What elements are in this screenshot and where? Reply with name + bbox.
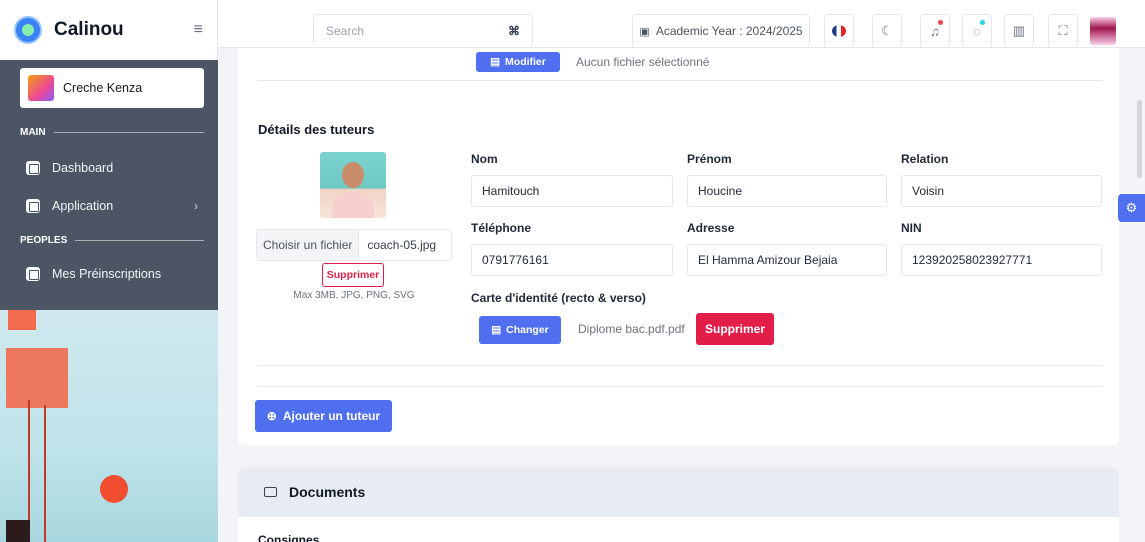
id-card-file-name: Diplome bac.pdf.pdf (578, 322, 685, 336)
relation-label: Relation (901, 152, 949, 166)
search-placeholder: Search (326, 24, 365, 38)
file-status: Aucun fichier sélectionné (576, 55, 710, 69)
divider (258, 365, 1102, 366)
delete-photo-button[interactable]: Supprimer (322, 263, 384, 287)
grid-icon (26, 161, 40, 175)
sidebar-item-preinscriptions[interactable]: Mes Préinscriptions (26, 267, 198, 281)
logo-icon (14, 16, 42, 44)
french-flag-icon (832, 25, 846, 37)
layout-icon (26, 267, 40, 281)
tutor-photo (320, 152, 386, 218)
message-dot (980, 20, 985, 25)
school-name: Creche Kenza (63, 81, 143, 95)
folder-icon (264, 487, 277, 497)
photo-body (332, 192, 374, 218)
sidebar-item-dashboard[interactable]: Dashboard (26, 161, 198, 175)
messages-button[interactable]: ◌ (962, 14, 992, 48)
telephone-field[interactable]: 0791776161 (471, 244, 673, 276)
sidebar-item-application[interactable]: Application › (26, 199, 198, 213)
language-button[interactable] (824, 14, 854, 48)
bell-icon: ♫ (930, 23, 940, 39)
sidebar-background-image (0, 310, 218, 542)
fullscreen-icon: ⛶ (1058, 23, 1068, 38)
section-label-text: PEOPLES (20, 235, 68, 246)
scrollbar[interactable] (1137, 100, 1142, 178)
documents-subtitle: Consignes (258, 533, 320, 542)
nom-label: Nom (471, 152, 498, 166)
prenom-label: Prénom (687, 152, 732, 166)
search-input[interactable]: Search ⌘ (313, 14, 533, 48)
sidebar-item-label: Mes Préinscriptions (52, 267, 162, 281)
laravel-icon (6, 520, 30, 542)
photo-head (342, 162, 364, 188)
decor-shape (8, 310, 36, 330)
user-avatar[interactable] (1090, 17, 1116, 45)
button-label: Ajouter un tuteur (282, 409, 381, 423)
add-tutor-button[interactable]: ⊕ Ajouter un tuteur (255, 400, 392, 432)
chevron-right-icon: › (194, 199, 198, 213)
section-label-main: MAIN (20, 127, 204, 138)
sidebar-item-label: Dashboard (52, 161, 114, 175)
relation-field[interactable]: Voisin (901, 175, 1102, 207)
divider (258, 386, 1102, 387)
school-logo (28, 75, 54, 101)
section-label-peoples: PEOPLES (20, 235, 204, 246)
photo-file-name: coach-05.jpg (367, 238, 437, 252)
settings-fab[interactable]: ⚙ (1118, 194, 1145, 222)
notification-dot (938, 20, 943, 25)
decor-shape (6, 348, 68, 408)
delete-id-card-button[interactable]: Supprimer (696, 313, 774, 345)
command-key-icon: ⌘ (508, 24, 520, 38)
nin-field[interactable]: 123920258023927771 (901, 244, 1102, 276)
prenom-field[interactable]: Houcine (687, 175, 887, 207)
academic-year-button[interactable]: ▣ Academic Year : 2024/2025 (632, 14, 810, 48)
gear-icon: ⚙ (1125, 200, 1138, 215)
fullscreen-button[interactable]: ⛶ (1048, 14, 1078, 48)
bar-chart-icon: ▥ (1012, 23, 1026, 38)
sidebar-item-label: Application (52, 199, 114, 213)
section-label-text: MAIN (20, 127, 46, 138)
server-icon (26, 199, 40, 213)
telephone-label: Téléphone (471, 221, 532, 235)
decor-line (44, 405, 46, 542)
nin-label: NIN (901, 221, 922, 235)
logo-bar: Calinou ≡ (0, 0, 218, 60)
section-title: Détails des tuteurs (258, 122, 375, 137)
documents-header: Documents (238, 467, 1119, 517)
choose-file-button[interactable]: Choisir un fichier (257, 230, 360, 260)
decor-ball (100, 475, 128, 503)
divider (258, 80, 1102, 81)
academic-year-label: Academic Year : 2024/2025 (655, 24, 803, 38)
button-label: Modifier (505, 56, 546, 68)
button-label: Changer (506, 324, 549, 336)
divider (75, 240, 204, 241)
file-icon: ▤ (491, 324, 502, 336)
school-selector[interactable]: Creche Kenza (20, 68, 204, 108)
notifications-button[interactable]: ♫ (920, 14, 950, 48)
plus-circle-icon: ⊕ (266, 409, 277, 423)
photo-hint: Max 3MB, JPG, PNG, SVG (293, 290, 415, 301)
app-name: Calinou (54, 19, 124, 40)
modify-file-button[interactable]: ▤ Modifier (476, 52, 560, 72)
documents-card: Documents Consignes (238, 467, 1119, 542)
dark-mode-button[interactable]: ☾ (872, 14, 902, 48)
nom-field[interactable]: Hamitouch (471, 175, 673, 207)
photo-file-input[interactable]: Choisir un fichier coach-05.jpg (256, 229, 452, 261)
id-card-label: Carte d'identité (recto & verso) (471, 291, 646, 305)
documents-title: Documents (289, 484, 366, 500)
moon-icon: ☾ (881, 23, 893, 38)
chat-icon: ◌ (973, 23, 981, 39)
file-icon: ▤ (490, 56, 501, 68)
topbar: Search ⌘ ▣ Academic Year : 2024/2025 ☾ ♫… (218, 0, 1145, 48)
calendar-icon: ▣ (639, 25, 650, 38)
adresse-label: Adresse (687, 221, 735, 235)
apps-button[interactable]: ▥ (1004, 14, 1034, 48)
change-id-card-button[interactable]: ▤ Changer (479, 316, 561, 344)
adresse-field[interactable]: El Hamma Amizour Bejaia (687, 244, 887, 276)
divider (53, 132, 204, 133)
menu-toggle-icon[interactable]: ≡ (194, 21, 203, 39)
sidebar: Calinou ≡ Creche Kenza MAIN Dashboard Ap… (0, 0, 218, 542)
tutor-card: ▤ Modifier Aucun fichier sélectionné Dét… (238, 48, 1119, 445)
